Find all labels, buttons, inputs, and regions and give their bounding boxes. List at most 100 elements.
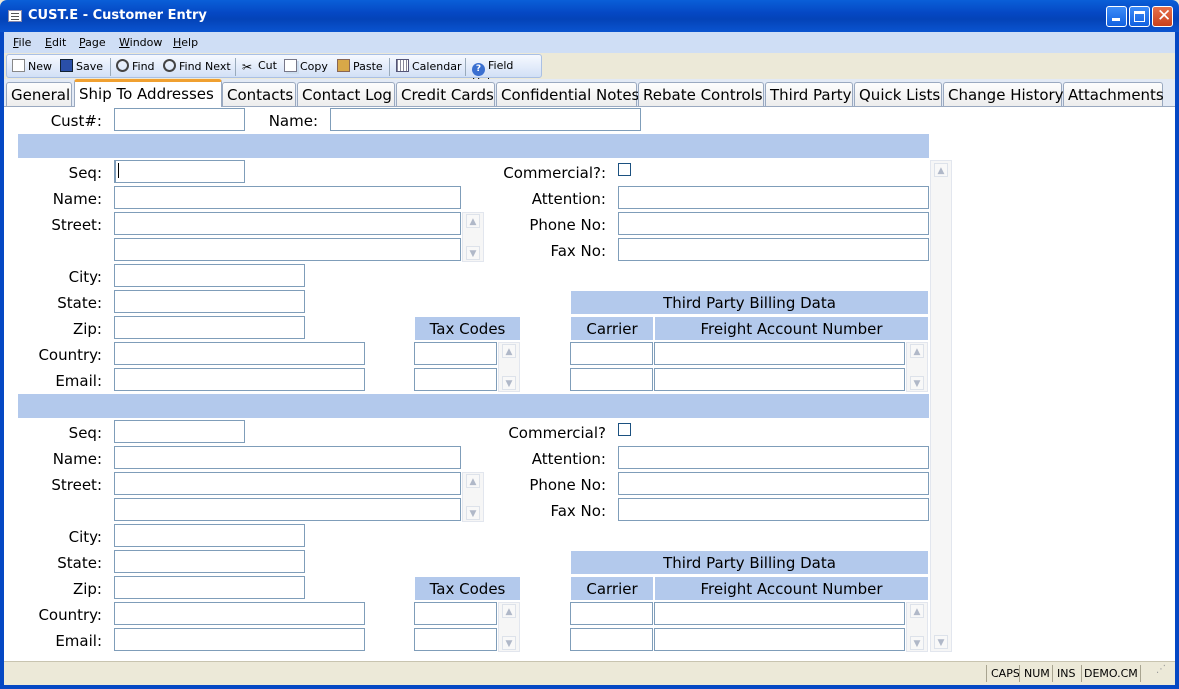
commercial-label: Commercial?	[508, 424, 606, 442]
fax-input[interactable]	[618, 238, 929, 261]
new-button[interactable]: New	[12, 59, 52, 75]
phone-input[interactable]	[618, 472, 929, 495]
tax-code-input[interactable]	[414, 602, 497, 625]
commercial-checkbox[interactable]	[618, 163, 631, 176]
tab-confidential-notes[interactable]: Confidential Notes	[496, 82, 639, 107]
tab-attachments[interactable]: Attachments	[1063, 82, 1164, 107]
commercial-checkbox[interactable]	[618, 423, 631, 436]
cut-button[interactable]: ✂ Cut	[242, 59, 277, 75]
scroll-up-icon[interactable]: ▲	[910, 604, 924, 618]
ship-to-scrollbar[interactable]: ▲ ▼	[930, 160, 952, 652]
customer-name-input[interactable]	[330, 108, 641, 131]
street-line2-input[interactable]	[114, 498, 461, 521]
scroll-down-icon[interactable]: ▼	[934, 635, 948, 649]
street-line1-input[interactable]	[114, 472, 461, 495]
menu-window[interactable]: Window	[119, 36, 162, 49]
maximize-button[interactable]	[1129, 6, 1150, 27]
tab-quick-lists[interactable]: Quick Lists	[854, 82, 942, 107]
address-band	[18, 394, 929, 418]
tab-contact-log[interactable]: Contact Log	[297, 82, 395, 107]
freight-account-input[interactable]	[654, 368, 905, 391]
tax-code-input[interactable]	[414, 342, 497, 365]
tab-third-party[interactable]: Third Party	[765, 82, 853, 107]
tab-rebate-controls[interactable]: Rebate Controls	[638, 82, 764, 107]
name-label: Name:	[52, 450, 102, 468]
new-document-icon	[12, 59, 25, 72]
find-button[interactable]: Find	[116, 59, 155, 75]
state-input[interactable]	[114, 290, 305, 313]
third-party-scrollbar[interactable]: ▲ ▼	[906, 342, 928, 392]
attention-input[interactable]	[618, 446, 929, 469]
tax-code-input[interactable]	[414, 368, 497, 391]
name-input[interactable]	[114, 446, 461, 469]
scroll-up-icon[interactable]: ▲	[934, 163, 948, 177]
cust-number-input[interactable]	[114, 108, 245, 131]
zip-label: Zip:	[72, 320, 102, 338]
street-line2-input[interactable]	[114, 238, 461, 261]
freight-account-input[interactable]	[654, 628, 905, 651]
zip-input[interactable]	[114, 316, 305, 339]
city-input[interactable]	[114, 264, 305, 287]
menu-help[interactable]: Help	[173, 36, 198, 49]
scroll-down-icon[interactable]: ▼	[910, 376, 924, 390]
state-input[interactable]	[114, 550, 305, 573]
zip-input[interactable]	[114, 576, 305, 599]
carrier-input[interactable]	[570, 368, 653, 391]
scroll-down-icon[interactable]: ▼	[502, 636, 516, 650]
tab-change-history[interactable]: Change History	[943, 82, 1064, 107]
carrier-input[interactable]	[570, 342, 653, 365]
paste-button[interactable]: Paste	[337, 59, 383, 75]
tax-codes-header: Tax Codes	[414, 576, 521, 601]
tab-credit-cards[interactable]: Credit Cards	[396, 82, 495, 107]
email-input[interactable]	[114, 628, 365, 651]
tab-general[interactable]: General	[6, 82, 72, 107]
minimize-button[interactable]	[1106, 6, 1127, 27]
scroll-up-icon[interactable]: ▲	[502, 344, 516, 358]
seq-input[interactable]	[114, 160, 245, 183]
save-button[interactable]: Save	[60, 59, 103, 75]
phone-input[interactable]	[618, 212, 929, 235]
resize-grip-icon[interactable]: ⋰	[1156, 664, 1166, 675]
title-bar: CUST.E - Customer Entry ✕	[0, 0, 1179, 32]
copy-button[interactable]: Copy	[284, 59, 328, 75]
find-label: Find	[132, 60, 155, 73]
country-input[interactable]	[114, 602, 365, 625]
scroll-down-icon[interactable]: ▼	[910, 636, 924, 650]
tax-code-input[interactable]	[414, 628, 497, 651]
tax-codes-scrollbar[interactable]: ▲ ▼	[498, 342, 520, 392]
freight-account-input[interactable]	[654, 342, 905, 365]
tab-contacts[interactable]: Contacts	[222, 82, 296, 107]
caps-indicator: CAPS	[991, 667, 1020, 680]
field-help-button[interactable]: ?Field Help	[472, 59, 541, 89]
tax-codes-scrollbar[interactable]: ▲ ▼	[498, 602, 520, 652]
email-input[interactable]	[114, 368, 365, 391]
third-party-scrollbar[interactable]: ▲ ▼	[906, 602, 928, 652]
scroll-up-icon[interactable]: ▲	[910, 344, 924, 358]
cust-label: Cust#:	[50, 112, 102, 130]
freight-account-input[interactable]	[654, 602, 905, 625]
scroll-down-icon[interactable]: ▼	[502, 376, 516, 390]
email-label: Email:	[55, 632, 102, 650]
carrier-input[interactable]	[570, 628, 653, 651]
close-button[interactable]: ✕	[1152, 6, 1173, 27]
menu-page[interactable]: Page	[79, 36, 106, 49]
street-line1-input[interactable]	[114, 212, 461, 235]
street-label: Street:	[51, 216, 102, 234]
phone-label: Phone No:	[529, 216, 606, 234]
menu-file[interactable]: File	[13, 36, 31, 49]
seq-input[interactable]	[114, 420, 245, 443]
scroll-up-icon[interactable]: ▲	[502, 604, 516, 618]
save-disk-icon	[60, 59, 73, 72]
tab-ship-to-addresses[interactable]: Ship To Addresses	[74, 79, 222, 107]
attention-input[interactable]	[618, 186, 929, 209]
country-input[interactable]	[114, 342, 365, 365]
commercial-label: Commercial?:	[503, 164, 606, 182]
carrier-input[interactable]	[570, 602, 653, 625]
find-next-button[interactable]: Find Next	[163, 59, 231, 75]
menu-edit[interactable]: Edit	[45, 36, 66, 49]
name-input[interactable]	[114, 186, 461, 209]
fax-input[interactable]	[618, 498, 929, 521]
city-input[interactable]	[114, 524, 305, 547]
calendar-button[interactable]: Calendar	[396, 59, 461, 75]
address-band	[18, 134, 929, 158]
